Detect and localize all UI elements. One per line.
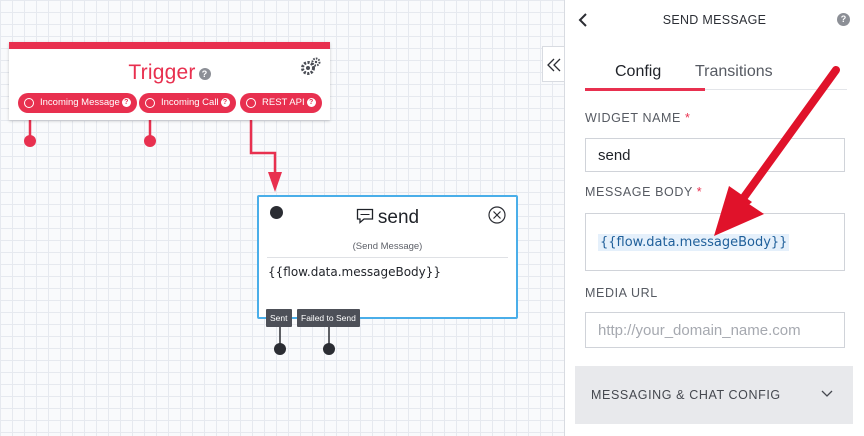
required-mark: * [696, 185, 703, 199]
widget-name: send [377, 207, 420, 228]
pill-label: Incoming Call [161, 97, 219, 108]
flow-canvas[interactable]: Trigger? Incoming Message? Incoming Call… [0, 0, 564, 436]
collapse-panel-button[interactable] [542, 46, 565, 82]
double-chevron-left-icon [547, 58, 561, 72]
help-icon[interactable]: ? [198, 68, 211, 80]
help-icon: ? [220, 98, 230, 107]
port-incoming-call[interactable] [144, 135, 156, 147]
messaging-chat-config-accordion[interactable]: MESSAGING & CHAT CONFIG [575, 366, 853, 424]
media-url-label: MEDIA URL [585, 286, 658, 300]
message-body-textarea[interactable]: {{flow.data.messageBody}} [585, 213, 845, 271]
help-icon[interactable]: ? [837, 13, 850, 26]
widget-type: (Send Message) [352, 241, 423, 252]
gear-icon[interactable] [300, 57, 322, 77]
trigger-widget[interactable]: Trigger? Incoming Message? Incoming Call… [9, 42, 330, 120]
widget-name-label: WIDGET NAME * [585, 111, 691, 125]
label-text: MESSAGE BODY [585, 185, 693, 199]
pill-label: REST API [262, 97, 305, 108]
pill-label: Incoming Message [40, 97, 120, 108]
accordion-label: MESSAGING & CHAT CONFIG [591, 388, 781, 402]
trigger-pill-incoming-message[interactable]: Incoming Message? [18, 93, 137, 113]
media-url-input[interactable]: http://your_domain_name.com [585, 312, 845, 348]
widget-body-preview: {{flow.data.messageBody}} [268, 265, 442, 279]
trigger-pill-rest-api[interactable]: REST API? [240, 93, 322, 113]
panel-title: SEND MESSAGE [662, 13, 767, 27]
trigger-pill-incoming-call[interactable]: Incoming Call? [139, 93, 236, 113]
required-mark: * [685, 111, 691, 125]
trigger-title-row: Trigger? [9, 61, 330, 85]
label-text: WIDGET NAME [585, 111, 681, 125]
send-message-widget[interactable]: send (Send Message) {{flow.data.messageB… [257, 195, 518, 319]
send-title-row: send [259, 207, 516, 229]
transition-failed-to-send[interactable]: Failed to Send [297, 309, 360, 327]
tab-transitions[interactable]: Transitions [695, 63, 773, 81]
port-incoming-message[interactable] [24, 135, 36, 147]
chat-bubble-icon [356, 208, 374, 224]
message-body-value: {{flow.data.messageBody}} [598, 234, 790, 251]
message-body-label: MESSAGE BODY * [585, 185, 702, 199]
transition-sent[interactable]: Sent [266, 309, 292, 327]
active-tab-indicator [585, 88, 705, 91]
trigger-title: Trigger [128, 61, 196, 84]
widget-name-input[interactable]: send [585, 138, 845, 172]
close-circle-icon[interactable] [488, 206, 506, 224]
panel-header: SEND MESSAGE ? [565, 0, 864, 42]
wire-arrow-head [268, 172, 282, 192]
config-panel: SEND MESSAGE ? Config Transitions WIDGET… [564, 0, 864, 436]
chevron-down-icon [821, 390, 833, 397]
help-icon: ? [306, 98, 316, 107]
divider [267, 257, 508, 258]
port-ring-icon [24, 98, 34, 108]
port-sent[interactable] [274, 343, 286, 355]
help-icon: ? [121, 98, 131, 107]
panel-tabs: Config Transitions [585, 60, 847, 91]
port-failed-to-send[interactable] [323, 343, 335, 355]
port-ring-icon [145, 98, 155, 108]
tab-config[interactable]: Config [615, 63, 661, 81]
port-ring-icon [246, 98, 256, 108]
